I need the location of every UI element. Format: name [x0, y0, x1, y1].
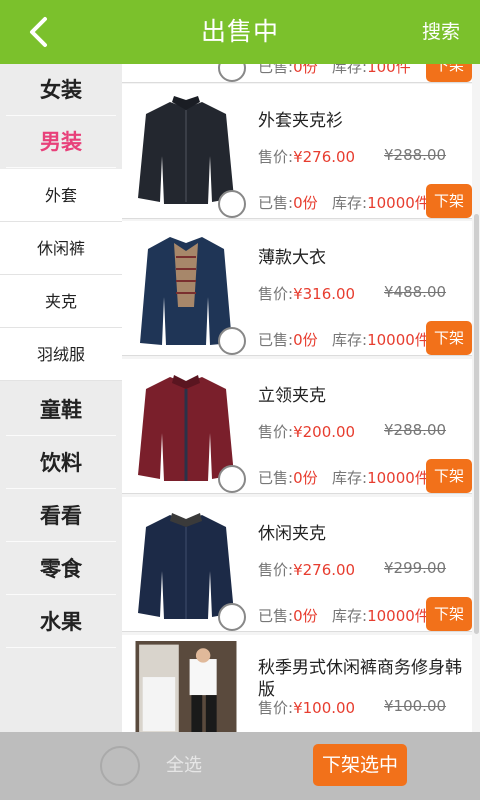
stock-count: 库存:10000件: [332, 469, 430, 487]
product-item[interactable]: 外套夹克衫 售价:¥276.00 ¥288.00 已售:0份 库存:10000件…: [122, 84, 472, 219]
subcategory-casual-pants[interactable]: 休闲裤: [0, 222, 122, 275]
product-price: 售价:¥276.00: [258, 561, 356, 579]
stock-count: 库存:100件: [332, 64, 411, 76]
original-price: ¥299.00: [384, 559, 447, 577]
subcategory-jacket[interactable]: 夹克: [0, 275, 122, 328]
select-all-label[interactable]: 全选: [166, 732, 202, 800]
product-name: 秋季男式休闲裤商务修身韩版: [258, 658, 462, 700]
product-item[interactable]: 休闲夹克 售价:¥276.00 ¥299.00 已售:0份 库存:10000件 …: [122, 497, 472, 632]
category-fruit[interactable]: 水果: [6, 596, 116, 648]
original-price: ¥100.00: [384, 697, 447, 715]
category-men[interactable]: 男装: [6, 116, 116, 168]
subcategory-down-coat[interactable]: 羽绒服: [0, 328, 122, 381]
product-name: 外套夹克衫: [258, 111, 343, 131]
product-price: 售价:¥276.00: [258, 148, 356, 166]
top-bar: 出售中 搜索: [0, 0, 480, 64]
category-women[interactable]: 女装: [6, 64, 116, 116]
delist-button[interactable]: 下架: [426, 184, 472, 218]
sold-count: 已售:0份: [258, 64, 318, 76]
product-name: 薄款大衣: [258, 248, 326, 268]
select-checkbox[interactable]: [218, 327, 246, 355]
delist-button[interactable]: 下架: [426, 597, 472, 631]
scrollbar[interactable]: [474, 214, 479, 634]
product-item[interactable]: 秋季男式休闲裤商务修身韩版 售价:¥100.00 ¥100.00: [122, 635, 472, 732]
product-price: 售价:¥100.00: [258, 699, 356, 717]
category-browse[interactable]: 看看: [6, 490, 116, 542]
bottom-action-bar: 全选 下架选中: [0, 732, 480, 800]
original-price: ¥488.00: [384, 283, 447, 301]
select-checkbox[interactable]: [218, 190, 246, 218]
product-list[interactable]: 已售:0份 库存:100件 下架 外套夹克衫 售价:¥276.00 ¥288.0…: [122, 64, 480, 732]
sold-count: 已售:0份: [258, 469, 318, 487]
delist-button[interactable]: 下架: [426, 321, 472, 355]
original-price: ¥288.00: [384, 146, 447, 164]
search-button[interactable]: 搜索: [422, 0, 460, 64]
delist-button[interactable]: 下架: [426, 64, 472, 82]
select-checkbox[interactable]: [218, 465, 246, 493]
product-item[interactable]: 薄款大衣 售价:¥316.00 ¥488.00 已售:0份 库存:10000件 …: [122, 221, 472, 356]
sold-count: 已售:0份: [258, 331, 318, 349]
product-image: [135, 641, 237, 732]
select-checkbox[interactable]: [218, 64, 246, 82]
stock-count: 库存:10000件: [332, 194, 430, 212]
product-price: 售价:¥316.00: [258, 285, 356, 303]
product-item[interactable]: 已售:0份 库存:100件 下架: [122, 64, 472, 83]
sold-count: 已售:0份: [258, 194, 318, 212]
subcategory-outerwear[interactable]: 外套: [0, 169, 122, 222]
product-name: 立领夹克: [258, 386, 326, 406]
category-snacks[interactable]: 零食: [6, 543, 116, 595]
delist-button[interactable]: 下架: [426, 459, 472, 493]
category-sidebar: 女装 男装 外套 休闲裤 夹克 羽绒服 童鞋 饮料 看看 零食 水果: [0, 64, 122, 732]
stock-count: 库存:10000件: [332, 607, 430, 625]
stock-count: 库存:10000件: [332, 331, 430, 349]
category-kids-shoes[interactable]: 童鞋: [6, 384, 116, 436]
product-item[interactable]: 立领夹克 售价:¥200.00 ¥288.00 已售:0份 库存:10000件 …: [122, 359, 472, 494]
select-checkbox[interactable]: [218, 603, 246, 631]
product-name: 休闲夹克: [258, 524, 326, 544]
category-drinks[interactable]: 饮料: [6, 437, 116, 489]
sold-count: 已售:0份: [258, 607, 318, 625]
product-price: 售价:¥200.00: [258, 423, 356, 441]
delist-selected-button[interactable]: 下架选中: [313, 744, 407, 786]
page-title: 出售中: [200, 17, 279, 46]
original-price: ¥288.00: [384, 421, 447, 439]
select-all-checkbox[interactable]: [100, 746, 140, 786]
